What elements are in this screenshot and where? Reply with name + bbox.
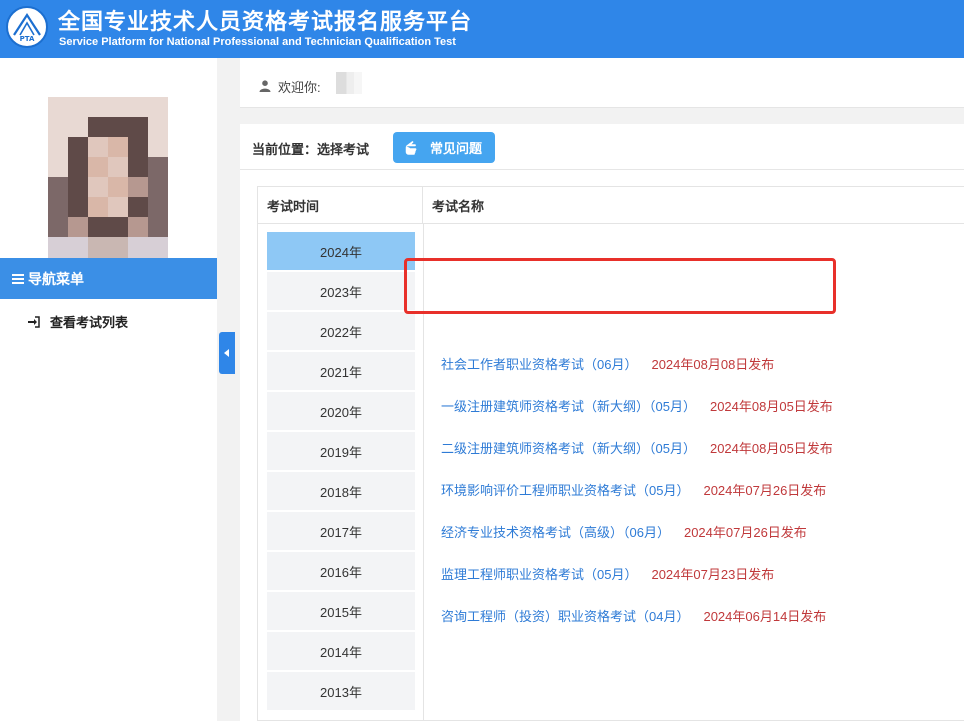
- breadcrumb: 当前位置：选择考试: [252, 142, 370, 157]
- exam-row: 监理工程师职业资格考试（05月） 2024年07月23日发布: [441, 552, 833, 594]
- exam-publish-date: 2024年08月05日发布: [709, 398, 833, 414]
- exam-row: 一级注册建筑师资格考试（新大纲）（05月） 2024年08月05日发布: [441, 384, 833, 426]
- year-item[interactable]: 2024年: [267, 232, 415, 270]
- faq-button[interactable]: 常见问题: [393, 132, 495, 163]
- nav-menu-title: 导航菜单: [28, 270, 84, 287]
- exam-row: 环境影响评价工程师职业资格考试（05月） 2024年07月26日发布: [441, 468, 833, 510]
- location-bar: 当前位置：选择考试 常见问题: [240, 124, 964, 170]
- sidebar: 导航菜单 查看考试列表: [0, 58, 217, 721]
- exam-row: 二级注册建筑师资格考试（新大纲）（05月） 2024年08月05日发布: [441, 426, 833, 468]
- year-item[interactable]: 2023年: [267, 272, 415, 310]
- site-title: 全国专业技术人员资格考试报名服务平台: [58, 9, 473, 34]
- header-divider: [258, 223, 964, 224]
- welcome-bar: 欢迎你:: [240, 58, 964, 108]
- sidebar-item-label: 查看考试列表: [50, 315, 129, 330]
- exam-link[interactable]: 社会工作者职业资格考试（06月）: [441, 354, 637, 373]
- pointing-hand-icon: [405, 140, 423, 155]
- exam-link[interactable]: 咨询工程师（投资）职业资格考试（04月）: [441, 606, 689, 625]
- year-item[interactable]: 2017年: [267, 512, 415, 550]
- column-header-name: 考试名称: [432, 198, 485, 214]
- exam-publish-date: 2024年08月08日发布: [651, 356, 775, 372]
- exam-publish-date: 2024年08月05日发布: [709, 440, 833, 456]
- year-item[interactable]: 2018年: [267, 472, 415, 510]
- username-redacted: [336, 72, 362, 94]
- exam-publish-date: 2024年06月14日发布: [703, 608, 827, 624]
- nav-menu-header[interactable]: 导航菜单: [0, 258, 217, 299]
- year-list: 2024年 2023年 2022年 2021年 2020年 2019年 2018年 2017年…: [267, 232, 415, 712]
- column-header-time: 考试时间: [258, 187, 423, 223]
- year-item[interactable]: 2022年: [267, 312, 415, 350]
- year-item[interactable]: 2015年: [267, 592, 415, 630]
- pta-logo-icon: PTA: [13, 12, 41, 43]
- exam-row: 经济专业技术资格考试（高级）（06月） 2024年07月26日发布: [441, 510, 833, 552]
- year-item[interactable]: 2020年: [267, 392, 415, 430]
- main-panel: 当前位置：选择考试 常见问题 考试时间 考试名称 2024年 2023年 2022年…: [240, 124, 964, 721]
- exam-publish-date: 2024年07月26日发布: [703, 482, 827, 498]
- exam-link[interactable]: 一级注册建筑师资格考试（新大纲）（05月）: [441, 396, 696, 415]
- welcome-label: 欢迎你:: [278, 80, 321, 95]
- exam-link[interactable]: 环境影响评价工程师职业资格考试（05月）: [441, 480, 689, 499]
- pta-logo: PTA: [6, 6, 48, 48]
- year-item[interactable]: 2016年: [267, 552, 415, 590]
- exam-link[interactable]: 监理工程师职业资格考试（05月）: [441, 564, 637, 583]
- exam-publish-date: 2024年07月26日发布: [683, 524, 807, 540]
- exam-row: 咨询工程师（投资）职业资格考试（04月） 2024年06月14日发布: [441, 594, 833, 636]
- exam-link[interactable]: 二级注册建筑师资格考试（新大纲）（05月）: [441, 438, 696, 457]
- sign-in-icon: [28, 315, 40, 328]
- exam-publish-date: 2024年07月23日发布: [651, 566, 775, 582]
- menu-icon: [12, 273, 24, 284]
- year-item[interactable]: 2021年: [267, 352, 415, 390]
- faq-button-label: 常见问题: [430, 141, 483, 156]
- caret-left-icon: [224, 349, 229, 357]
- year-item[interactable]: 2013年: [267, 672, 415, 710]
- svg-text:PTA: PTA: [20, 35, 35, 43]
- site-subtitle: Service Platform for National Profession…: [59, 36, 456, 48]
- exam-row: 社会工作者职业资格考试（06月） 2024年08月08日发布: [441, 342, 833, 384]
- sidebar-item-exam-list[interactable]: 查看考试列表: [28, 312, 128, 331]
- exam-list: 社会工作者职业资格考试（06月） 2024年08月08日发布一级注册建筑师资格考试…: [441, 342, 833, 636]
- user-icon: [259, 79, 271, 92]
- highlight-box: [404, 258, 836, 314]
- sidebar-collapse-toggle[interactable]: [219, 332, 235, 374]
- exam-link[interactable]: 经济专业技术资格考试（高级）（06月）: [441, 522, 670, 541]
- year-item[interactable]: 2014年: [267, 632, 415, 670]
- site-header: PTA 全国专业技术人员资格考试报名服务平台 Service Platform …: [0, 0, 964, 58]
- year-item[interactable]: 2019年: [267, 432, 415, 470]
